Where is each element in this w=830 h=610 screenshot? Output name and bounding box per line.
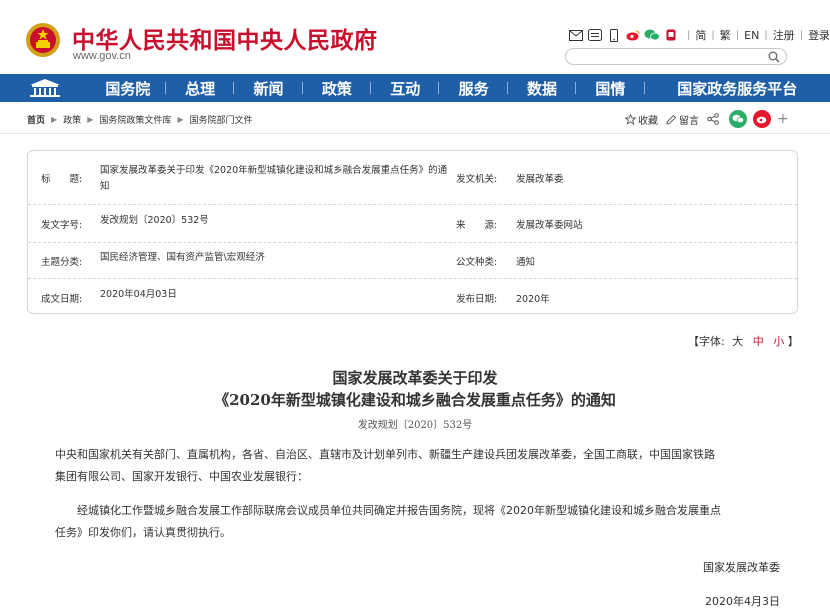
plus-icon[interactable]: +	[777, 111, 789, 127]
docno-value: 发改规划〔2020〕532号	[100, 215, 209, 226]
title-label: 标 题:	[41, 174, 83, 185]
separator: |	[799, 29, 804, 41]
nav-item-service[interactable]: 服务	[439, 74, 509, 102]
separator: |	[735, 29, 740, 41]
search-box	[565, 48, 787, 65]
source-label: 来 源:	[456, 220, 498, 231]
lang-en-link[interactable]: EN	[744, 29, 759, 42]
written-date-value: 2020年04月03日	[100, 289, 177, 300]
app-icon[interactable]	[663, 28, 679, 42]
search-icon[interactable]	[768, 51, 780, 63]
favorite-button[interactable]: 收藏	[625, 112, 658, 127]
nav-item-interaction[interactable]: 互动	[371, 74, 440, 102]
mobile-icon[interactable]	[606, 28, 622, 42]
body-line: 任务》印发你们，请认真贯彻执行。	[55, 526, 231, 539]
kind-label: 公文种类:	[456, 257, 498, 268]
topic-value: 国民经济管理、国有资产监管\宏观经济	[100, 252, 265, 263]
breadcrumb-bar: 首页 ▶ 政策 ▶ 国务院政策文件库 ▶ 国务院部门文件 收藏 留言 +	[0, 102, 830, 134]
rss-icon[interactable]	[587, 28, 603, 42]
font-size-control: 【字体: 大 中 小 】	[688, 333, 799, 349]
info-row-docno: 发文字号: 发改规划〔2020〕532号 来 源: 发展改革委网站	[28, 205, 797, 243]
info-row-dates: 成文日期: 2020年04月03日 发布日期: 2020年	[28, 279, 797, 315]
home-building-icon[interactable]	[0, 74, 90, 102]
lang-simplified-link[interactable]: 简	[695, 27, 706, 43]
site-url[interactable]: www.gov.cn	[73, 50, 131, 62]
chevron-right-icon: ▶	[177, 115, 184, 124]
issuer-value: 发展改革委	[516, 174, 564, 185]
article-date: 2020年4月3日	[705, 595, 780, 608]
kind-value: 通知	[516, 257, 536, 268]
share-button[interactable]	[707, 113, 721, 125]
font-size-medium-button[interactable]: 中	[753, 335, 764, 348]
nav-item-news[interactable]: 新闻	[234, 74, 304, 102]
article-recipients: 中央和国家机关有关部门、直属机构，各省、自治区、直辖市及计划单列市、新疆生产建设…	[55, 444, 790, 488]
document-info-table: 标 题: 国家发展改革委关于印发《2020年新型城镇化建设和城乡融合发展重点任务…	[27, 150, 798, 314]
top-links: | 简 | 繁 | EN | 注册 | 登录	[568, 26, 830, 44]
pencil-icon	[666, 114, 677, 125]
source-value: 发展改革委网站	[516, 220, 583, 231]
share-icon	[707, 113, 719, 125]
chevron-right-icon: ▶	[51, 115, 58, 124]
issuer-label: 发文机关:	[456, 174, 498, 185]
chevron-right-icon: ▶	[87, 115, 94, 124]
breadcrumb: 首页 ▶ 政策 ▶ 国务院政策文件库 ▶ 国务院部门文件	[27, 113, 253, 126]
star-icon	[625, 113, 636, 125]
register-link[interactable]: 注册	[773, 27, 795, 43]
wechat-icon[interactable]	[644, 28, 660, 42]
weibo-share-icon[interactable]	[753, 110, 771, 128]
docno-label: 发文字号:	[41, 220, 83, 231]
search-input[interactable]	[574, 50, 764, 63]
nav-item-gov-service-platform[interactable]: 国家政务服务平台	[645, 74, 830, 102]
national-emblem-icon[interactable]	[25, 21, 61, 59]
recipients-line: 中央和国家机关有关部门、直属机构，各省、自治区、直辖市及计划单列市、新疆生产建设…	[55, 448, 715, 461]
info-row-topic: 主题分类: 国民经济管理、国有资产监管\宏观经济 公文种类: 通知	[28, 243, 797, 279]
breadcrumb-policy-library[interactable]: 国务院政策文件库	[99, 113, 171, 126]
article-title-line1: 国家发展改革委关于印发	[332, 369, 498, 387]
breadcrumb-home[interactable]: 首页	[27, 113, 45, 126]
published-date-label: 发布日期:	[456, 294, 498, 305]
title-value: 国家发展改革委关于印发《2020年新型城镇化建设和城乡融合发展重点任务》的通知	[100, 165, 448, 192]
article-body: 经城镇化工作暨城乡融合发展工作部际联席会议成员单位共同确定并报告国务院，现将《2…	[55, 500, 790, 544]
topic-label: 主题分类:	[41, 257, 83, 268]
weibo-icon[interactable]	[625, 28, 641, 42]
main-nav: 国务院 总理 新闻 政策 互动 服务 数据 国情 国家政务服务平台	[0, 74, 830, 102]
article-signature: 国家发展改革委	[703, 561, 780, 574]
nav-item-state-council[interactable]: 国务院	[90, 74, 167, 102]
written-date-label: 成文日期:	[41, 294, 83, 305]
body-line: 经城镇化工作暨城乡融合发展工作部际联席会议成员单位共同确定并报告国务院，现将《2…	[55, 504, 721, 517]
breadcrumb-policy[interactable]: 政策	[63, 113, 81, 126]
mail-icon[interactable]	[568, 28, 584, 42]
published-date-value: 2020年	[516, 294, 550, 305]
article-doc-number: 发改规划〔2020〕532号	[357, 420, 473, 431]
separator: |	[687, 29, 691, 41]
separator: |	[711, 29, 715, 41]
recipients-line: 集团有限公司、国家开发银行、中国农业发展银行：	[55, 470, 308, 483]
nav-item-policy[interactable]: 政策	[303, 74, 372, 102]
lang-traditional-link[interactable]: 繁	[720, 27, 731, 43]
favorite-label: 收藏	[638, 115, 658, 127]
comment-label: 留言	[679, 115, 699, 127]
nav-item-national-info[interactable]: 国情	[576, 74, 645, 102]
page-tools: 收藏 留言 +	[625, 110, 789, 128]
info-row-title: 标 题: 国家发展改革委关于印发《2020年新型城镇化建设和城乡融合发展重点任务…	[28, 151, 797, 205]
font-size-small-button[interactable]: 小	[773, 335, 784, 348]
nav-item-premier[interactable]: 总理	[166, 74, 235, 102]
nav-item-data[interactable]: 数据	[508, 74, 577, 102]
login-link[interactable]: 登录	[808, 27, 830, 43]
comment-button[interactable]: 留言	[666, 112, 699, 127]
font-size-prefix: 【字体:	[688, 335, 725, 348]
site-header: 中华人民共和国中央人民政府 www.gov.cn | 简 | 繁 | EN | …	[0, 0, 830, 74]
article-title-line2: 《2020年新型城镇化建设和城乡融合发展重点任务》的通知	[214, 391, 616, 409]
font-size-large-button[interactable]: 大	[732, 335, 743, 348]
wechat-share-icon[interactable]	[729, 110, 747, 128]
separator: |	[764, 29, 768, 41]
breadcrumb-department-docs[interactable]: 国务院部门文件	[190, 113, 253, 126]
font-size-suffix: 】	[787, 335, 799, 348]
